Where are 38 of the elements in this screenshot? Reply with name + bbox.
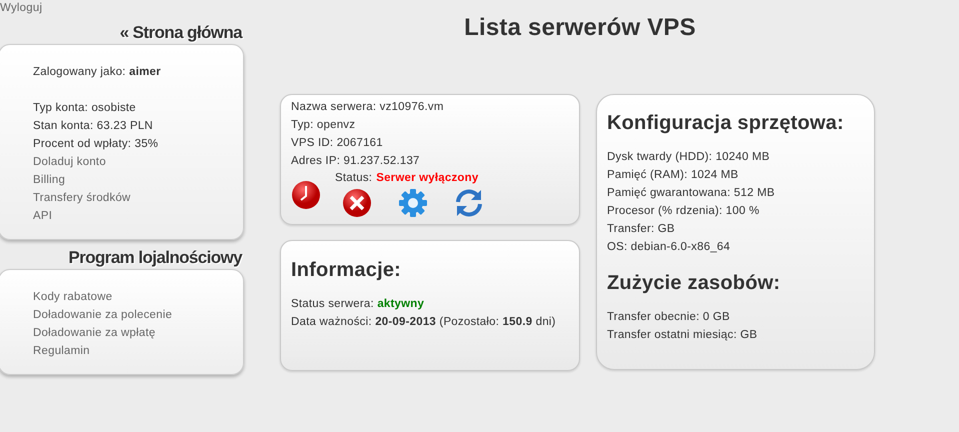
cancel-icon[interactable] <box>341 187 373 219</box>
logout-link[interactable]: Wyloguj <box>0 0 42 16</box>
config-line: Transfer obecnie: 0 GB <box>607 310 730 325</box>
server-detail: Typ: openvz <box>291 118 356 133</box>
gear-icon[interactable] <box>397 187 429 219</box>
server-detail: VPS ID: 2067161 <box>291 136 383 151</box>
account-info: Typ konta: osobiste <box>33 101 136 116</box>
status-label: Status: <box>335 171 372 186</box>
sidebar-link[interactable]: Transfery środków <box>33 189 131 207</box>
sidebar-link[interactable]: Doładowanie za polecenie <box>33 306 172 324</box>
sidebar-link[interactable]: API <box>33 207 52 225</box>
section-heading: Informacje: <box>291 258 402 283</box>
server-detail: Nazwa serwera: vz10976.vm <box>291 100 444 115</box>
config-line: Transfer ostatni miesiąc: GB <box>607 328 758 343</box>
sidebar-link[interactable]: Doladuj konto <box>33 153 106 171</box>
account-info: Zalogowany jako: aimer <box>33 65 161 80</box>
section-heading: Konfiguracja sprzętowa: <box>607 111 844 136</box>
home-link[interactable]: « Strona główna <box>120 23 244 43</box>
refresh-icon[interactable] <box>453 187 485 219</box>
config-line: OS: debian-6.0-x86_64 <box>607 240 730 255</box>
config-line: Pamięć gwarantowana: 512 MB <box>607 186 775 201</box>
sidebar-link[interactable]: Doładowanie za wpłatę <box>33 324 156 342</box>
account-info: Stan konta: 63.23 PLN <box>33 119 153 134</box>
sidebar-link[interactable]: Kody rabatowe <box>33 288 112 306</box>
status-value: Serwer wyłączony <box>376 171 478 186</box>
sidebar-link[interactable]: Regulamin <box>33 342 90 360</box>
sidebar-link[interactable]: Billing <box>33 171 66 189</box>
info-line: Data ważności: 20-09-2013 (Pozostało: 150.9 dni) <box>291 315 556 330</box>
section-heading: Zużycie zasobów: <box>607 271 780 296</box>
config-line: Transfer: GB <box>607 222 675 237</box>
config-line: Procesor (% rdzenia): 100 % <box>607 204 760 219</box>
page-title: Lista serwerów VPS <box>464 14 696 42</box>
section-heading: Program lojalnościowy <box>68 248 244 268</box>
config-line: Pamięć (RAM): 1024 MB <box>607 168 738 183</box>
account-info: Procent od wpłaty: 35% <box>33 137 158 152</box>
info-line: Status serwera: aktywny <box>291 297 424 312</box>
server-detail: Adres IP: 91.237.52.137 <box>291 154 420 169</box>
config-line: Dysk twardy (HDD): 10240 MB <box>607 150 770 165</box>
